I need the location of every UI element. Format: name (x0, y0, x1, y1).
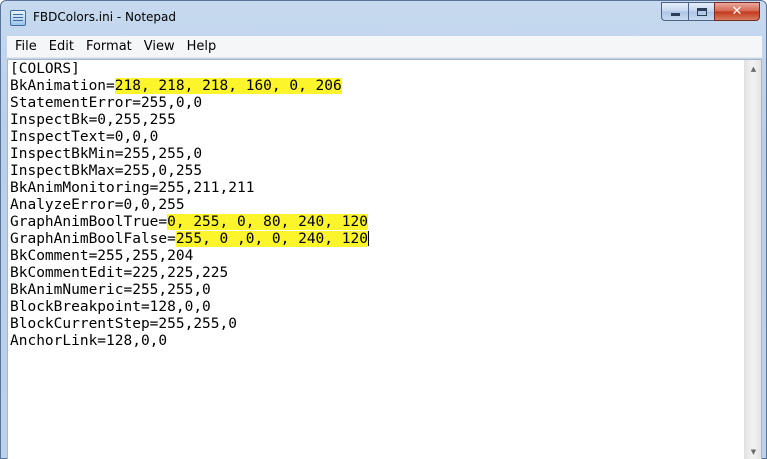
text-line: AnchorLink=128,0,0 (10, 333, 738, 350)
title-bar[interactable]: FBDColors.ini - Notepad ✕ (1, 1, 766, 35)
text-line: BkAnimation=218, 218, 218, 160, 0, 206 (10, 78, 738, 95)
close-icon: ✕ (731, 4, 743, 19)
text-line: BlockBreakpoint=128,0,0 (10, 299, 738, 316)
text-line: BkComment=255,255,204 (10, 248, 738, 265)
maximize-icon (696, 7, 707, 16)
highlighted-text: 0, 255, 0, 80, 240, 120 (167, 214, 368, 230)
menu-help[interactable]: Help (181, 36, 223, 58)
line-text: BkAnimNumeric=255,255,0 (10, 282, 211, 298)
line-text: AnalyzeError=0,0,255 (10, 197, 185, 213)
line-text: BkComment=255,255,204 (10, 248, 194, 264)
line-text: InspectBkMax=255,0,255 (10, 163, 203, 179)
text-line: InspectBk=0,255,255 (10, 112, 738, 129)
line-text: InspectBkMin=255,255,0 (10, 146, 203, 162)
notepad-app-icon[interactable] (10, 10, 26, 26)
arrow-up-icon: ▲ (750, 64, 757, 73)
line-text: GraphAnimBoolTrue= (10, 214, 168, 230)
menu-format[interactable]: Format (80, 36, 138, 58)
menu-edit[interactable]: Edit (43, 36, 80, 58)
text-line: GraphAnimBoolFalse=255, 0 ,0, 0, 240, 12… (10, 231, 738, 248)
close-button[interactable]: ✕ (714, 2, 760, 21)
vertical-scrollbar[interactable]: ▲ ▼ (744, 60, 761, 459)
menu-view[interactable]: View (138, 36, 181, 58)
arrow-down-icon: ▼ (750, 447, 757, 456)
line-text: InspectBk=0,255,255 (10, 112, 176, 128)
line-text: AnchorLink=128,0,0 (10, 333, 168, 349)
menu-bar: File Edit Format View Help (7, 36, 762, 58)
text-editor[interactable]: [COLORS] BkAnimation=218, 218, 218, 160,… (7, 59, 762, 459)
text-line: BkAnimMonitoring=255,211,211 (10, 180, 738, 197)
scroll-up-button[interactable]: ▲ (745, 60, 762, 77)
notepad-window: FBDColors.ini - Notepad ✕ File Edit Form… (0, 0, 767, 459)
menu-file[interactable]: File (9, 36, 43, 58)
text-line: [COLORS] (10, 61, 738, 78)
line-text: BlockCurrentStep=255,255,0 (10, 316, 237, 332)
text-line: StatementError=255,0,0 (10, 95, 738, 112)
minimize-icon (670, 13, 680, 16)
maximize-button[interactable] (688, 2, 714, 21)
text-line: InspectBkMin=255,255,0 (10, 146, 738, 163)
scroll-down-button[interactable]: ▼ (745, 443, 762, 459)
text-line: BkAnimNumeric=255,255,0 (10, 282, 738, 299)
line-text: BkCommentEdit=225,225,225 (10, 265, 229, 281)
line-text: BkAnimation= (10, 78, 115, 94)
text-line: BkCommentEdit=225,225,225 (10, 265, 738, 282)
text-caret (367, 231, 369, 246)
line-text: BlockBreakpoint=128,0,0 (10, 299, 211, 315)
highlighted-text: 218, 218, 218, 160, 0, 206 (114, 78, 342, 94)
text-line: BlockCurrentStep=255,255,0 (10, 316, 738, 333)
line-text: BkAnimMonitoring=255,211,211 (10, 180, 255, 196)
minimize-button[interactable] (661, 2, 688, 21)
window-title: FBDColors.ini - Notepad (33, 10, 176, 24)
text-line: GraphAnimBoolTrue=0, 255, 0, 80, 240, 12… (10, 214, 738, 231)
line-text: StatementError=255,0,0 (10, 95, 203, 111)
line-text: [COLORS] (10, 61, 80, 77)
line-text: InspectText=0,0,0 (10, 129, 159, 145)
highlighted-text: 255, 0 ,0, 0, 240, 120 (175, 231, 368, 247)
text-line: InspectText=0,0,0 (10, 129, 738, 146)
text-line: InspectBkMax=255,0,255 (10, 163, 738, 180)
caption-buttons: ✕ (661, 2, 760, 22)
text-line: AnalyzeError=0,0,255 (10, 197, 738, 214)
editor-text-area[interactable]: [COLORS] BkAnimation=218, 218, 218, 160,… (10, 61, 738, 459)
line-text: GraphAnimBoolFalse= (10, 231, 176, 247)
